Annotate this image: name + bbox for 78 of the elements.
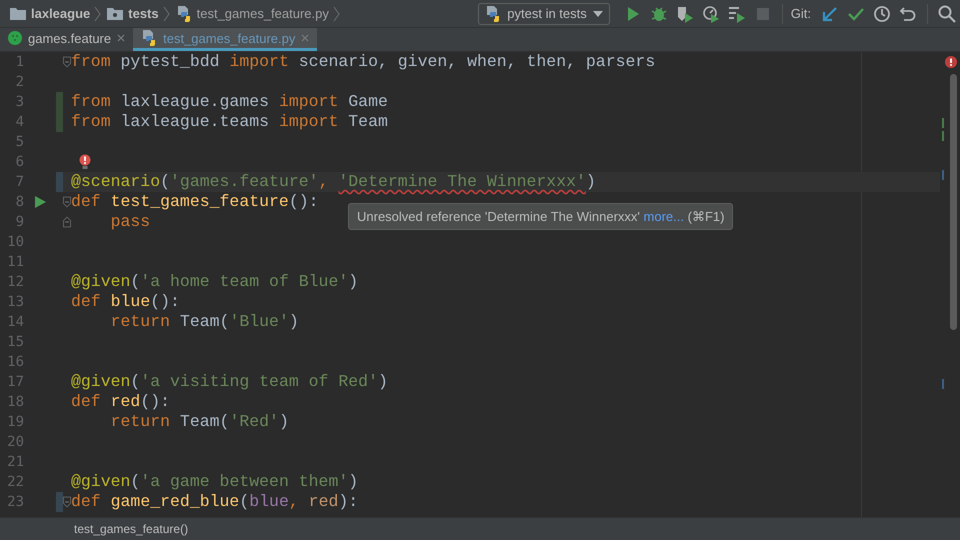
code-line: from pytest_bdd import scenario, given, when, then, parsers [71, 52, 656, 72]
line-number: 18 [6, 394, 24, 410]
run-icon[interactable] [34, 196, 46, 208]
error-icon[interactable] [945, 56, 957, 68]
line-number: 14 [6, 314, 24, 330]
line-number: 12 [6, 274, 24, 290]
search-icon [938, 4, 956, 22]
code-line: @given('a home team of Blue') [71, 272, 358, 292]
scrollbar-thumb[interactable] [950, 74, 957, 330]
code-line: def blue(): [71, 292, 180, 312]
line-number: 8 [14, 194, 24, 210]
line-number: 17 [6, 374, 24, 390]
code-line: return Team('Red') [110, 412, 289, 432]
change-marker[interactable] [942, 118, 944, 128]
line-number: 3 [14, 94, 24, 110]
change-marker[interactable] [942, 378, 944, 389]
line-number: 2 [14, 74, 24, 90]
line-number: 16 [6, 354, 24, 370]
chevron-icon [162, 6, 170, 22]
lightbulb-icon[interactable] [79, 154, 91, 170]
line-number: 7 [14, 174, 24, 190]
line-number: 21 [6, 454, 24, 470]
line-number: 5 [14, 134, 24, 150]
breadcrumb-item[interactable]: laxleague [31, 6, 90, 21]
line-number: 20 [6, 434, 24, 450]
line-number: 4 [14, 114, 24, 130]
code-line: @scenario('games.feature', 'Determine The Winnerxxx') [71, 172, 596, 192]
change-marker[interactable] [56, 112, 63, 132]
fold-icon[interactable] [63, 196, 71, 208]
code-line: @given('a game between them') [71, 472, 358, 492]
caret-icon [592, 10, 603, 16]
python-file-icon [176, 6, 192, 22]
code-line: pass [110, 212, 150, 232]
line-number: 11 [6, 254, 24, 270]
close-icon[interactable] [117, 34, 126, 42]
git-label: Git: [790, 6, 811, 21]
chevron-icon [332, 6, 340, 22]
close-icon[interactable] [301, 34, 310, 42]
code-line: return Team('Blue') [110, 312, 299, 332]
chevron-icon [94, 6, 102, 22]
line-number: 1 [14, 54, 24, 70]
more-link[interactable]: more... [644, 209, 684, 224]
breadcrumb-item[interactable]: test_games_feature.py [196, 6, 329, 21]
python-file-icon [485, 6, 502, 22]
undo-icon [899, 4, 917, 22]
fold-icon[interactable] [63, 496, 71, 508]
line-number: 22 [6, 474, 24, 490]
line-number: 9 [14, 214, 24, 230]
line-number: 6 [14, 154, 24, 170]
folder-icon [107, 7, 124, 20]
error-tooltip: Unresolved reference 'Determine The Winnerxxx' more... (⌘F1) [348, 203, 734, 230]
line-number: 13 [6, 294, 24, 310]
change-marker[interactable] [942, 170, 944, 180]
change-marker[interactable] [56, 92, 63, 112]
fold-icon[interactable] [63, 56, 71, 68]
code-line: from laxleague.teams import Team [71, 112, 388, 132]
fold-icon[interactable] [63, 216, 71, 228]
line-number: 23 [6, 494, 24, 510]
code-line: def test_games_feature(): [71, 192, 319, 212]
status-text: test_games_feature() [74, 522, 188, 536]
line-number: 10 [6, 234, 24, 250]
folder-icon [10, 7, 26, 20]
clock-icon [873, 4, 891, 22]
code-line: def game_red_blue(blue, red): [71, 492, 358, 512]
change-marker[interactable] [56, 172, 63, 192]
run-configuration-dropdown[interactable]: pytest in tests [478, 2, 610, 24]
line-number: 19 [6, 414, 24, 430]
change-marker[interactable] [56, 492, 63, 512]
change-marker[interactable] [942, 131, 944, 142]
arrow-icon [821, 4, 839, 22]
cucumber-icon [8, 31, 22, 45]
code-line: @given('a visiting team of Red') [71, 372, 388, 392]
editor-tab[interactable]: games.feature [0, 28, 134, 51]
code-line: def red(): [71, 392, 170, 412]
breadcrumb-item[interactable]: tests [128, 6, 159, 21]
line-number: 15 [6, 334, 24, 350]
code-line: from laxleague.games import Game [71, 92, 388, 112]
python-file-icon [141, 30, 158, 46]
